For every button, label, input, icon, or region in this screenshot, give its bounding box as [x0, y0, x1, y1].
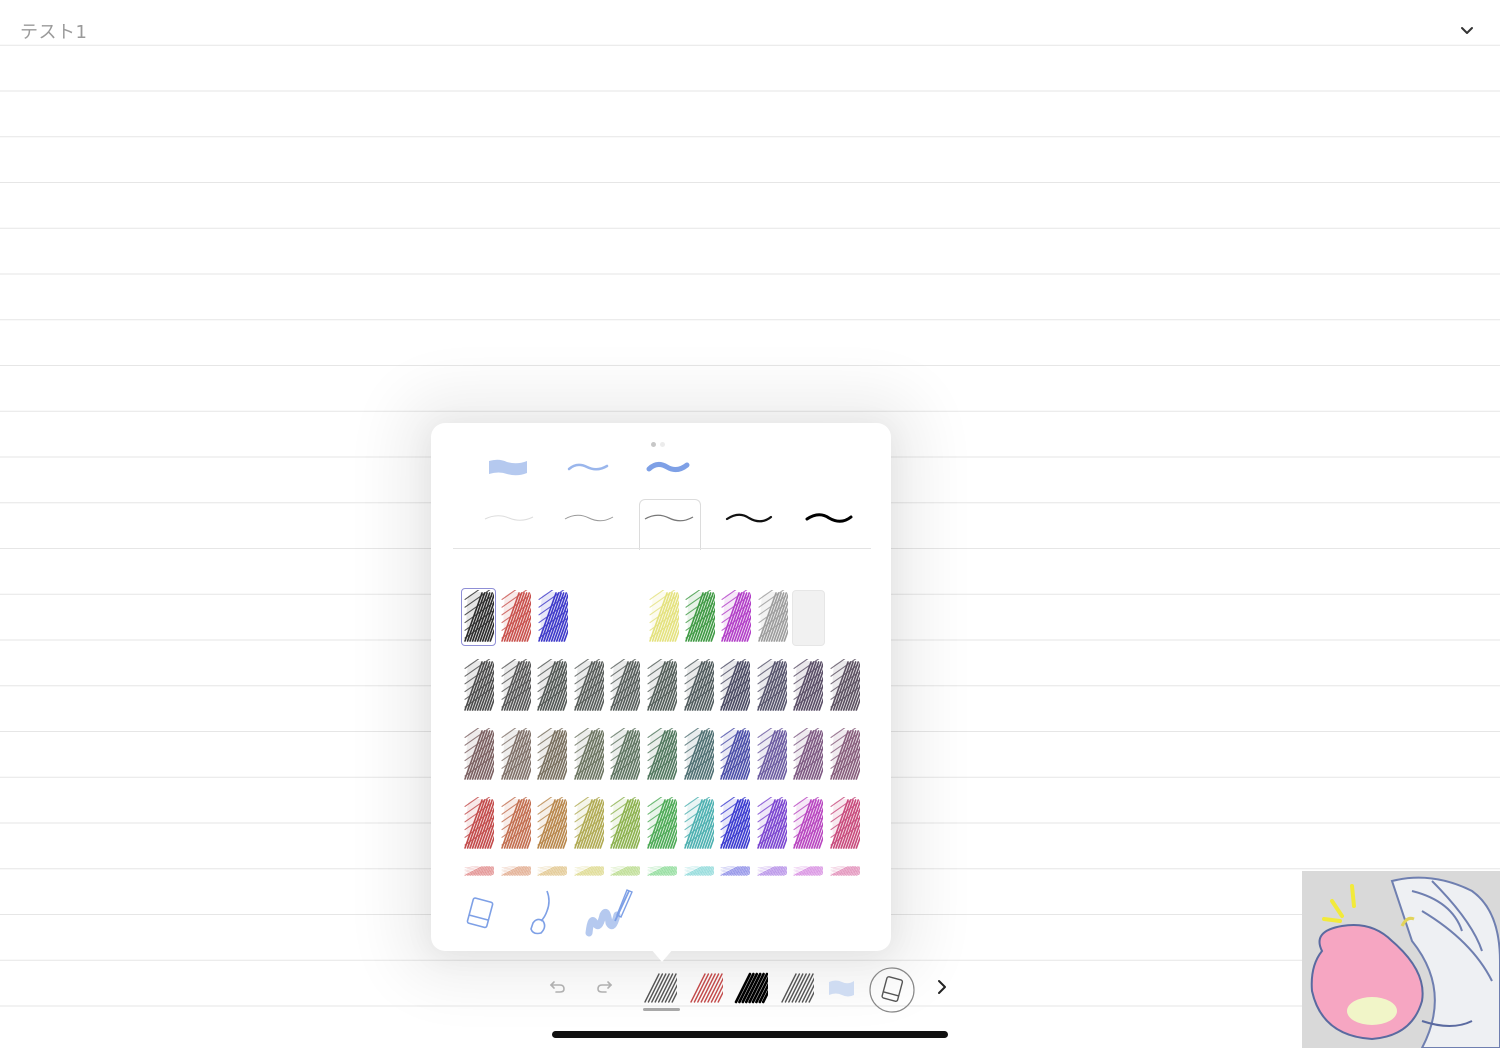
palette-color-swatch[interactable]	[536, 728, 568, 782]
palette-color-swatch[interactable]	[573, 797, 604, 851]
favorite-color-white[interactable]	[792, 590, 825, 646]
palette-color-swatch[interactable]	[719, 728, 751, 782]
palette-color-swatch[interactable]	[536, 866, 568, 876]
palette-color-swatch[interactable]	[609, 797, 641, 851]
palette-color-swatch[interactable]	[756, 659, 787, 713]
pen-red-toolbar-icon[interactable]	[689, 972, 733, 1004]
palette-color-swatch[interactable]	[646, 659, 677, 713]
home-indicator[interactable]	[552, 1031, 948, 1038]
brush-tool-icon[interactable]	[581, 885, 639, 941]
chevron-right-icon[interactable]	[934, 978, 950, 996]
width-extra-bold-option[interactable]	[799, 505, 859, 533]
highlighter-toolbar-icon[interactable]	[826, 976, 856, 1000]
palette-color-swatch[interactable]	[792, 866, 824, 876]
palette-color-swatch[interactable]	[683, 728, 714, 782]
palette-color-swatch[interactable]	[463, 797, 494, 851]
sticker-image	[1302, 871, 1500, 1048]
favorite-color-yellow[interactable]	[648, 590, 679, 644]
palette-color-swatch[interactable]	[829, 728, 860, 782]
palette-color-swatch[interactable]	[683, 797, 714, 851]
lasso-tool-icon[interactable]	[525, 887, 561, 937]
palette-color-swatch[interactable]	[463, 728, 494, 782]
selected-tool-indicator	[643, 1008, 680, 1011]
page-indicator	[651, 432, 669, 451]
palette-color-swatch[interactable]	[609, 728, 641, 782]
palette-color-swatch[interactable]	[536, 797, 568, 851]
palette-color-swatch[interactable]	[500, 866, 531, 876]
palette-color-swatch[interactable]	[573, 866, 604, 876]
highlighter-bold-option[interactable]	[639, 453, 699, 481]
favorite-color-red[interactable]	[500, 590, 531, 644]
palette-color-swatch[interactable]	[500, 728, 531, 782]
palette-color-swatch[interactable]	[683, 866, 714, 876]
undo-icon[interactable]	[548, 976, 568, 996]
highlighter-thin-option[interactable]	[559, 453, 619, 481]
document-title[interactable]: テスト1	[20, 18, 87, 44]
favorite-color-empty-slot[interactable]	[611, 590, 642, 644]
favorite-color-green[interactable]	[684, 590, 715, 644]
palette-color-swatch[interactable]	[500, 797, 531, 851]
palette-color-swatch[interactable]	[829, 797, 860, 851]
width-extra-fine-option[interactable]	[479, 505, 539, 533]
palette-color-swatch[interactable]	[536, 659, 568, 713]
width-medium-option[interactable]	[639, 505, 699, 533]
palette-color-swatch[interactable]	[719, 659, 751, 713]
palette-color-swatch[interactable]	[609, 659, 641, 713]
palette-color-swatch[interactable]	[573, 728, 604, 782]
palette-color-swatch[interactable]	[756, 866, 787, 876]
palette-color-swatch[interactable]	[756, 797, 787, 851]
width-bold-option[interactable]	[719, 505, 779, 533]
favorite-color-gray[interactable]	[757, 590, 788, 644]
palette-color-swatch[interactable]	[683, 659, 714, 713]
pen-gray-toolbar-icon[interactable]	[643, 972, 687, 1004]
palette-color-swatch[interactable]	[829, 659, 860, 713]
popover-arrow	[650, 948, 674, 962]
palette-color-swatch[interactable]	[719, 866, 751, 876]
palette-color-swatch[interactable]	[756, 728, 787, 782]
palette-color-swatch[interactable]	[829, 866, 860, 876]
palette-color-swatch[interactable]	[792, 659, 824, 713]
pen-gray-2-toolbar-icon[interactable]	[780, 972, 824, 1004]
divider	[453, 548, 871, 549]
favorite-color-magenta[interactable]	[720, 590, 751, 644]
palette-color-swatch[interactable]	[792, 797, 824, 851]
palette-color-swatch[interactable]	[573, 659, 604, 713]
palette-color-swatch[interactable]	[646, 728, 677, 782]
eraser-toolbar-button[interactable]	[868, 966, 916, 1014]
palette-color-swatch[interactable]	[609, 866, 641, 876]
redo-icon[interactable]	[594, 976, 614, 996]
palette-color-swatch[interactable]	[646, 797, 677, 851]
favorite-color-black[interactable]	[461, 588, 496, 646]
pen-black-toolbar-icon[interactable]	[734, 972, 779, 1004]
palette-color-swatch[interactable]	[463, 659, 494, 713]
chevron-down-icon[interactable]	[1458, 22, 1476, 40]
palette-color-swatch[interactable]	[792, 728, 824, 782]
palette-color-swatch[interactable]	[719, 797, 751, 851]
palette-color-swatch[interactable]	[500, 659, 531, 713]
palette-color-swatch[interactable]	[463, 866, 494, 876]
eraser-tool-icon[interactable]	[461, 893, 501, 933]
palette-color-swatch[interactable]	[646, 866, 677, 876]
highlighter-wide-option[interactable]	[479, 453, 539, 481]
pen-palette-popover	[431, 423, 891, 951]
width-fine-option[interactable]	[559, 505, 619, 533]
favorite-color-empty-slot[interactable]	[574, 590, 605, 644]
favorite-color-blue[interactable]	[537, 590, 568, 644]
